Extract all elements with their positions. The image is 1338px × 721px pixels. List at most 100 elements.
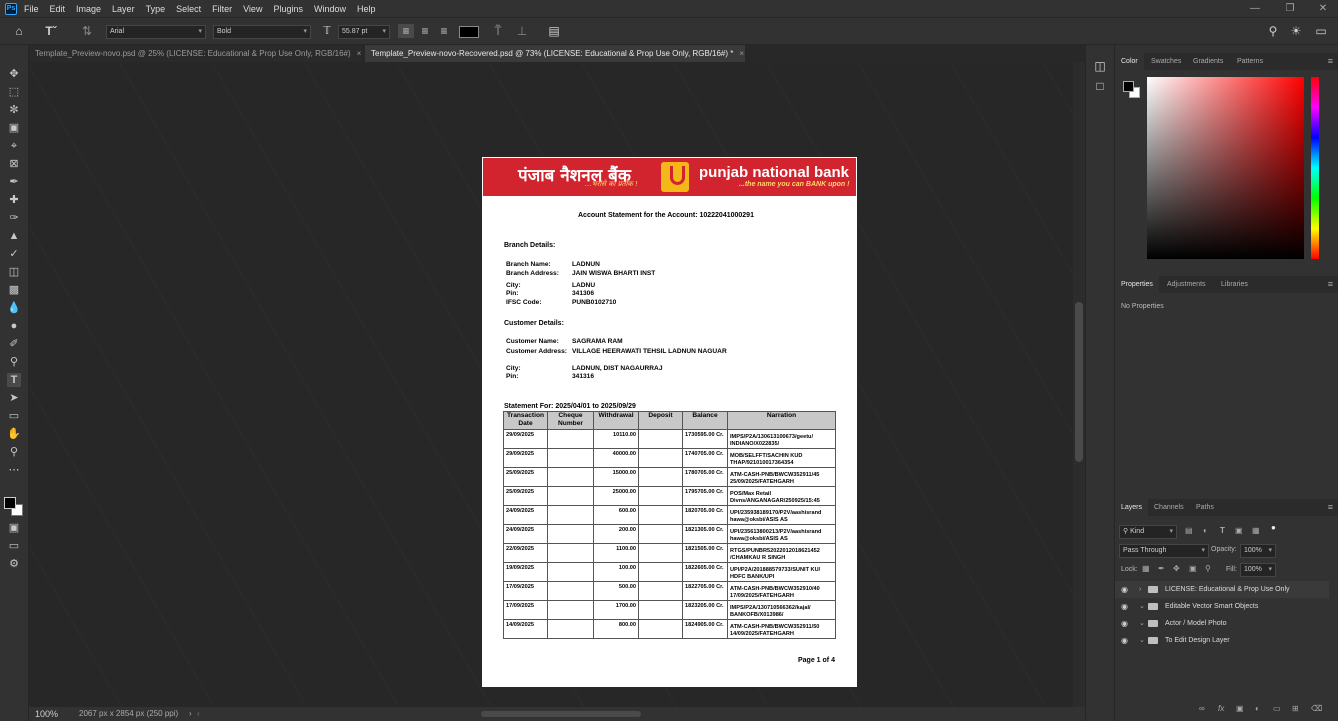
3d-text-icon[interactable]: ⊥ (515, 24, 529, 38)
chevron-down-icon[interactable]: ⌄ (1139, 615, 1145, 632)
panel-menu-icon[interactable]: ≡ (1328, 499, 1333, 516)
menu-window[interactable]: Window (314, 4, 346, 14)
menu-view[interactable]: View (243, 4, 262, 14)
warp-text-icon[interactable]: T̃ (491, 24, 505, 38)
visibility-eye-icon[interactable]: ◉ (1121, 581, 1128, 598)
new-layer-icon[interactable]: ⊞ (1292, 704, 1299, 713)
pen-tool-icon[interactable]: ✐ (7, 337, 21, 351)
font-size-field[interactable]: 55.87 pt ▾ (338, 25, 390, 39)
zoom-tool-icon[interactable]: ⚲ (7, 445, 21, 459)
filter-toggle-icon[interactable]: ● (1271, 523, 1276, 532)
layer-row[interactable]: ◉ ⌄ Editable Vector Smart Objects (1115, 598, 1329, 615)
comments-panel-icon[interactable]: □ (1093, 79, 1107, 93)
layer-row[interactable]: ◉ ⌄ To Edit Design Layer (1115, 632, 1329, 649)
lasso-tool-icon[interactable]: ✼ (7, 103, 21, 117)
filter-shape-icon[interactable]: ▣ (1235, 526, 1243, 535)
close-tab-icon[interactable]: × (739, 49, 744, 58)
zoom-level[interactable]: 100% (35, 707, 58, 721)
marquee-tool-icon[interactable]: ⬚ (7, 85, 21, 99)
lock-position-icon[interactable]: ✥ (1173, 564, 1180, 573)
lock-artboard-icon[interactable]: ▣ (1189, 564, 1197, 573)
layer-row[interactable]: ◉ ⌄ Actor / Model Photo (1115, 615, 1329, 632)
dodge-tool-icon[interactable]: ● (7, 319, 21, 333)
tab-libraries[interactable]: Libraries (1221, 276, 1248, 293)
add-mask-icon[interactable]: ▣ (1236, 704, 1244, 713)
menu-file[interactable]: File (24, 4, 39, 14)
tab-swatches[interactable]: Swatches (1151, 53, 1181, 70)
visibility-eye-icon[interactable]: ◉ (1121, 598, 1128, 615)
opacity-field[interactable]: 100% ▾ (1240, 544, 1276, 558)
document-page[interactable]: पंजाब नैशनल बैंक ...भरोसे का प्रतीक ! pu… (482, 157, 857, 687)
history-brush-tool-icon[interactable]: ✓ (7, 247, 21, 261)
more-tools-icon[interactable]: ⋯ (7, 463, 21, 477)
layer-row[interactable]: ◉ › LICENSE: Educational & Prop Use Only (1115, 581, 1329, 598)
tab-gradients[interactable]: Gradients (1193, 53, 1223, 70)
lock-transparency-icon[interactable]: ▦ (1142, 564, 1150, 573)
tab-channels[interactable]: Channels (1154, 499, 1184, 516)
menu-filter[interactable]: Filter (212, 4, 232, 14)
filter-pixel-icon[interactable]: ▤ (1185, 526, 1193, 535)
font-style-select[interactable]: Bold ▾ (213, 25, 311, 39)
tab-properties[interactable]: Properties (1115, 276, 1159, 293)
chevron-down-icon[interactable]: ⌄ (1139, 632, 1145, 649)
discover-icon[interactable]: ☀ (1289, 24, 1303, 38)
home-icon[interactable]: ⌂ (10, 24, 28, 38)
toggle-orientation-icon[interactable]: ⇅ (80, 24, 94, 38)
foreground-color-swatch[interactable] (4, 497, 16, 509)
vertical-scrollbar[interactable] (1073, 62, 1085, 707)
adjustment-layer-icon[interactable]: ◐ (1255, 704, 1260, 713)
menu-help[interactable]: Help (357, 4, 376, 14)
menu-type[interactable]: Type (146, 4, 166, 14)
eyedropper-tool-icon[interactable]: ✒ (7, 175, 21, 189)
align-right-icon[interactable]: ≡ (436, 24, 452, 38)
eraser-tool-icon[interactable]: ◫ (7, 265, 21, 279)
restore-button[interactable]: ❐ (1275, 0, 1305, 17)
visibility-eye-icon[interactable]: ◉ (1121, 632, 1128, 649)
scroll-left-icon[interactable]: ‹ (197, 707, 200, 721)
healing-brush-tool-icon[interactable]: ✚ (7, 193, 21, 207)
chevron-down-icon[interactable]: ⌄ (1139, 598, 1145, 615)
layer-kind-filter[interactable]: ⚲ Kind ▾ (1119, 525, 1177, 539)
minimize-button[interactable]: — (1240, 0, 1270, 17)
gradient-tool-icon[interactable]: ▩ (7, 283, 21, 297)
lock-image-icon[interactable]: ✒ (1158, 564, 1165, 573)
character-panel-icon[interactable]: ▤ (547, 24, 561, 38)
history-panel-icon[interactable]: ◫ (1093, 59, 1107, 73)
crop-tool-icon[interactable]: ⌖ (7, 139, 21, 153)
tab-template-preview-recovered[interactable]: Template_Preview-novo-Recovered.psd @ 73… (365, 45, 745, 62)
tab-layers[interactable]: Layers (1115, 499, 1149, 516)
filter-type-icon[interactable]: T (1220, 526, 1225, 535)
type-tool-icon[interactable]: T (7, 373, 21, 387)
close-window-button[interactable]: ✕ (1308, 0, 1338, 17)
move-tool-icon[interactable]: ✥ (7, 67, 21, 81)
new-group-icon[interactable]: ▭ (1273, 704, 1281, 713)
search-icon[interactable]: ⚲ (1266, 24, 1280, 38)
tab-adjustments[interactable]: Adjustments (1167, 276, 1206, 293)
scrollbar-thumb[interactable] (1075, 302, 1083, 462)
layer-style-icon[interactable]: fx (1218, 704, 1224, 713)
delete-layer-icon[interactable]: ⌫ (1311, 704, 1322, 713)
menu-layer[interactable]: Layer (112, 4, 135, 14)
tab-patterns[interactable]: Patterns (1237, 53, 1263, 70)
hand-tool-icon[interactable]: ✋ (7, 427, 21, 441)
blend-mode-select[interactable]: Pass Through ▾ (1119, 544, 1209, 558)
filter-smart-object-icon[interactable]: ▦ (1252, 526, 1260, 535)
object-selection-tool-icon[interactable]: ▣ (7, 121, 21, 135)
foreground-color-swatch[interactable] (1123, 81, 1134, 92)
align-left-icon[interactable]: ≡ (398, 24, 414, 38)
fill-field[interactable]: 100% ▾ (1240, 563, 1276, 577)
rectangle-tool-icon[interactable]: ▭ (7, 409, 21, 423)
menu-image[interactable]: Image (76, 4, 101, 14)
filter-adjustment-icon[interactable]: ◐ (1203, 526, 1208, 535)
tab-color[interactable]: Color (1115, 53, 1144, 70)
menu-edit[interactable]: Edit (50, 4, 66, 14)
lock-all-icon[interactable]: ⚲ (1205, 564, 1211, 573)
brush-tool-icon[interactable]: ✑ (7, 211, 21, 225)
tab-paths[interactable]: Paths (1196, 499, 1214, 516)
panel-menu-icon[interactable]: ≡ (1328, 276, 1333, 293)
menu-select[interactable]: Select (176, 4, 201, 14)
quick-mask-icon[interactable]: ▣ (7, 521, 21, 535)
close-tab-icon[interactable]: × (357, 49, 361, 58)
status-arrow-icon[interactable]: › (189, 707, 192, 721)
frame-tool-icon[interactable]: ⊠ (7, 157, 21, 171)
